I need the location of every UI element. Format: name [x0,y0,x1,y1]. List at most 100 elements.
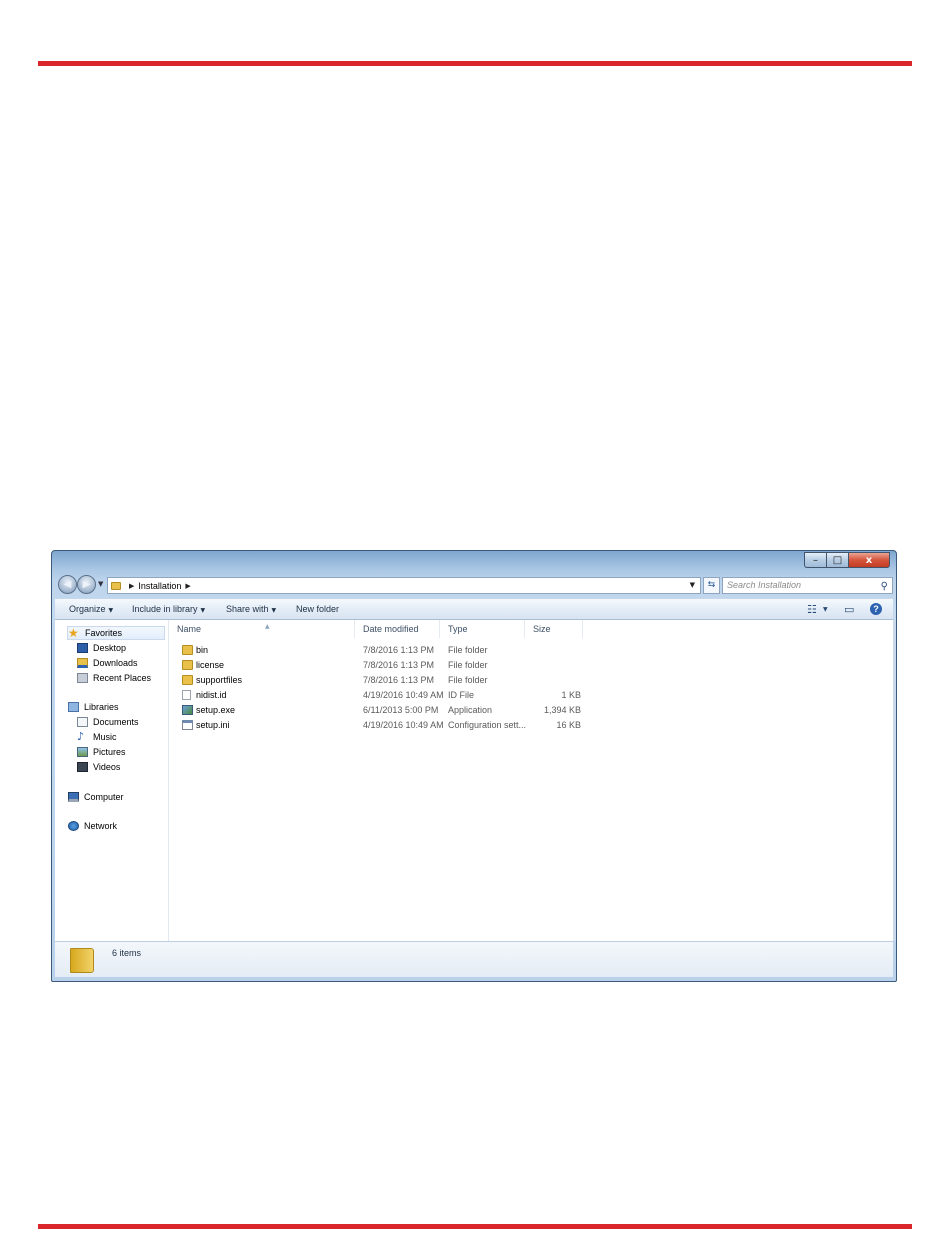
chevron-down-icon: ▼ [108,607,114,614]
file-row-license[interactable]: license 7/8/2016 1:13 PM File folder [169,658,609,673]
recent-pages-dropdown-icon[interactable]: ▼ [98,580,103,588]
nav-music[interactable]: ♪ Music [77,730,117,743]
folder-icon [182,660,193,670]
breadcrumb-chevron-icon[interactable]: ▶ [129,582,134,590]
file-row-setup-ini[interactable]: setup.ini 4/19/2016 10:49 AM Configurati… [169,718,609,733]
search-placeholder: Search Installation [727,580,802,590]
minimize-button[interactable]: – [804,552,826,568]
folder-icon [70,948,94,973]
nav-recent-places[interactable]: Recent Places [77,673,151,683]
search-input[interactable]: Search Installation ⚲ [722,577,893,594]
search-icon[interactable]: ⚲ [881,579,888,594]
sort-arrow-icon: ▲ [265,623,270,630]
explorer-window: – □ x ◀ ▶ ▼ ▶ Installation ▶ ▼ ⇆ Search … [51,550,897,982]
nav-libraries-label: Libraries [84,702,119,712]
settings-file-icon [182,720,193,730]
item-count: 6 items [112,948,142,958]
folder-icon [111,581,121,590]
nav-downloads-label: Downloads [93,658,138,668]
nav-downloads[interactable]: Downloads [77,658,138,668]
include-in-library-button[interactable]: Include in library ▼ [132,604,205,614]
documents-icon [77,717,88,727]
address-dropdown-icon[interactable]: ▼ [690,581,695,589]
file-row-supportfiles[interactable]: supportfiles 7/8/2016 1:13 PM File folde… [169,673,609,688]
file-name: license [196,660,225,670]
music-icon: ♪ [77,730,85,743]
back-button[interactable]: ◀ [58,575,77,594]
nav-network[interactable]: Network [68,821,117,831]
caption-buttons: – □ x [804,552,890,568]
help-icon[interactable]: ? [870,603,882,615]
column-header-type[interactable]: Type [440,620,525,638]
nav-recent-places-label: Recent Places [93,673,152,683]
desktop-icon [77,643,88,653]
file-row-bin[interactable]: bin 7/8/2016 1:13 PM File folder [169,643,609,658]
navigation-pane: ★ Favorites Desktop Downloads Recent Pla… [55,620,169,941]
nav-network-label: Network [84,821,118,831]
file-size: 1 KB [561,690,581,700]
nav-favorites-label: Favorites [85,628,123,638]
view-options-icon[interactable]: ☷ [807,603,817,616]
nav-documents[interactable]: Documents [77,717,139,727]
recent-places-icon [77,673,88,683]
computer-icon [68,792,79,802]
chevron-down-icon: ▼ [200,607,206,614]
column-name-label: Name [177,624,202,634]
breadcrumb-installation[interactable]: Installation [138,581,181,591]
downloads-icon [77,658,88,668]
share-with-button[interactable]: Share with ▼ [226,604,276,614]
file-date: 7/8/2016 1:13 PM [363,675,435,685]
file-type: File folder [448,675,488,685]
nav-videos-label: Videos [93,762,121,772]
address-bar[interactable]: ▶ Installation ▶ ▼ [107,577,701,594]
nav-desktop[interactable]: Desktop [77,643,126,653]
share-with-label: Share with [226,604,269,614]
nav-favorites[interactable]: ★ Favorites [67,626,165,640]
file-date: 7/8/2016 1:13 PM [363,660,435,670]
nav-music-label: Music [93,732,117,742]
folder-icon [182,645,193,655]
application-icon [182,705,193,715]
file-type: File folder [448,660,488,670]
close-button[interactable]: x [848,552,890,568]
file-icon [182,690,191,700]
breadcrumb-chevron-icon[interactable]: ▶ [185,582,190,590]
file-date: 4/19/2016 10:49 AM [363,690,444,700]
maximize-button[interactable]: □ [826,552,848,568]
chevron-down-icon: ▼ [271,607,277,614]
file-size: 1,394 KB [543,705,581,715]
forward-button[interactable]: ▶ [77,575,96,594]
nav-videos[interactable]: Videos [77,762,120,772]
view-dropdown-icon[interactable]: ▼ [823,606,828,613]
column-header-name[interactable]: ▲ Name [169,620,355,638]
column-header-date-modified[interactable]: Date modified [355,620,440,638]
file-date: 6/11/2013 5:00 PM [363,705,439,715]
command-toolbar: Organize ▼ Include in library ▼ Share with… [55,598,893,620]
pictures-icon [77,747,88,757]
details-pane: 6 items [55,941,893,977]
include-in-library-label: Include in library [132,604,198,614]
organize-button[interactable]: Organize ▼ [69,604,113,614]
window-edge [893,620,896,941]
content-area: ★ Favorites Desktop Downloads Recent Pla… [55,620,893,941]
nav-desktop-label: Desktop [93,643,127,653]
preview-pane-icon[interactable]: ▭ [844,603,854,616]
nav-documents-label: Documents [93,717,139,727]
nav-pictures-label: Pictures [93,747,126,757]
file-date: 7/8/2016 1:13 PM [363,645,435,655]
bottom-red-rule [38,1224,912,1229]
nav-libraries[interactable]: Libraries [68,702,119,712]
nav-pictures[interactable]: Pictures [77,747,126,757]
libraries-icon [68,702,79,712]
file-name: setup.ini [196,720,230,730]
new-folder-button[interactable]: New folder [296,604,339,614]
organize-label: Organize [69,604,106,614]
file-row-setup-exe[interactable]: setup.exe 6/11/2013 5:00 PM Application … [169,703,609,718]
column-header-size[interactable]: Size [525,620,583,638]
nav-computer[interactable]: Computer [68,792,124,802]
file-name: supportfiles [196,675,243,685]
nav-computer-label: Computer [84,792,124,802]
file-row-nidist[interactable]: nidist.id 4/19/2016 10:49 AM ID File 1 K… [169,688,609,703]
refresh-button[interactable]: ⇆ [703,577,720,594]
file-size: 16 KB [556,720,581,730]
